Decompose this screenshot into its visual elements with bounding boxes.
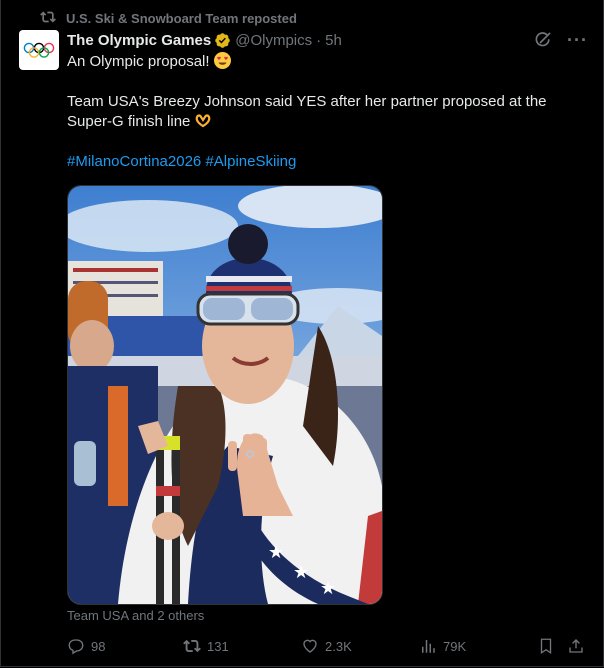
bookmark-icon xyxy=(540,638,552,655)
author-handle[interactable]: @Olympics xyxy=(235,32,312,49)
heart-hands-emoji-icon xyxy=(194,112,211,129)
svg-text:★: ★ xyxy=(320,578,336,598)
grok-icon[interactable] xyxy=(533,30,553,50)
reply-count: 98 xyxy=(91,638,106,654)
tagged-users-text: Team USA and 2 others xyxy=(67,608,205,623)
author-name[interactable]: The Olympic Games xyxy=(67,32,211,49)
heart-icon xyxy=(303,639,317,653)
svg-text:★: ★ xyxy=(293,562,309,582)
repost-button[interactable]: 131 xyxy=(183,636,229,656)
separator-dot: · xyxy=(316,31,322,49)
views-count: 79K xyxy=(443,638,467,654)
hashtag-alpineskiing[interactable]: #AlpineSkiing xyxy=(205,153,296,170)
tweet-text: An Olympic proposal! Team USA's Breezy J… xyxy=(67,52,587,172)
verified-badge-icon[interactable] xyxy=(214,32,231,49)
reply-button[interactable]: 98 xyxy=(67,636,105,656)
repost-text: U.S. Ski & Snowboard Team reposted xyxy=(66,10,297,26)
timestamp[interactable]: 5h xyxy=(325,32,342,49)
olympic-rings-logo xyxy=(23,42,55,58)
heart-eyes-emoji-icon xyxy=(213,52,231,69)
hashtag-milanocortina2026[interactable]: #MilanoCortina2026 xyxy=(67,153,201,170)
views-button[interactable]: 79K xyxy=(419,636,466,656)
proposal-photo: ★ ★ ★ xyxy=(68,186,382,604)
repost-icon xyxy=(40,9,56,28)
like-count: 2.3K xyxy=(325,638,352,654)
views-chart-icon xyxy=(422,640,435,653)
share-icon xyxy=(569,639,583,653)
tweet-line-2: Team USA's Breezy Johnson said YES after… xyxy=(67,93,547,130)
avatar[interactable] xyxy=(19,30,59,70)
svg-text:★: ★ xyxy=(268,542,284,562)
more-options-icon[interactable]: ··· xyxy=(567,31,588,49)
repost-action-icon xyxy=(183,639,201,653)
share-button[interactable] xyxy=(567,636,585,656)
like-button[interactable]: 2.3K xyxy=(301,636,352,656)
bookmark-button[interactable] xyxy=(537,636,555,656)
repost-count: 131 xyxy=(207,638,229,654)
tagged-users[interactable]: Team USA and 2 others xyxy=(67,608,204,623)
reply-icon xyxy=(68,639,84,655)
tweet-photo[interactable]: ★ ★ ★ xyxy=(67,185,383,605)
action-bar: 98 131 2.3K 79K xyxy=(67,636,587,656)
tweet-line-1: An Olympic proposal! xyxy=(67,53,210,70)
repost-indicator[interactable]: U.S. Ski & Snowboard Team reposted xyxy=(40,9,297,27)
